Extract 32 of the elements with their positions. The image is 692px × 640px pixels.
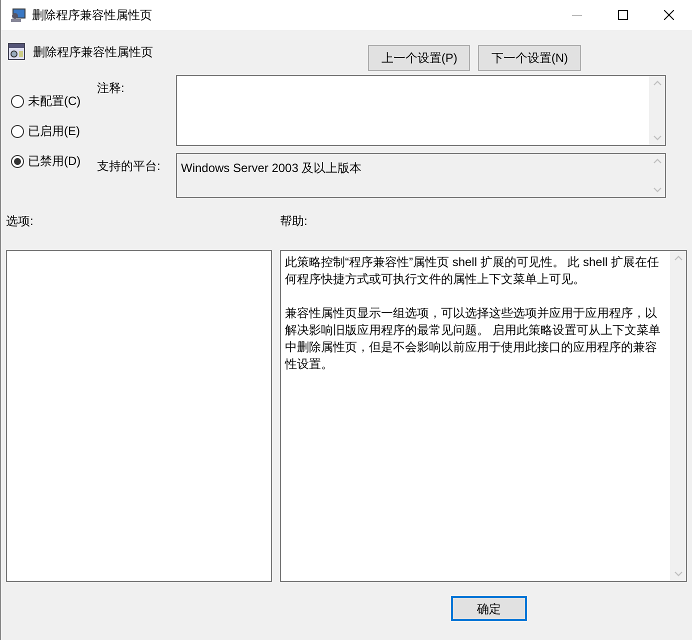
minimize-icon [572, 14, 582, 16]
help-text: 此策略控制“程序兼容性”属性页 shell 扩展的可见性。 此 shell 扩展在任何程序快捷方式或可执行文件的属性上下文菜单上可见。 [285, 254, 660, 288]
options-label: 选项: [6, 213, 34, 230]
scrollbar[interactable] [649, 76, 665, 145]
platform-label: 支持的平台: [97, 158, 162, 175]
platform-value: Windows Server 2003 及以上版本 [180, 160, 363, 177]
help-text: 兼容性属性页显示一组选项，可以选择这些选项并应用于应用程序，以解决影响旧版应用程序的最常见问题。 启用此策略设置可从上下文菜单中删除属性页，但是不会影响以前应用于使用此接口的应用程序的兼容性设置。 [285, 305, 662, 373]
nav-button[interactable]: 下一个设置(N) [478, 45, 581, 71]
radio-button[interactable] [11, 94, 24, 108]
close-icon [664, 10, 674, 20]
scroll-down-icon[interactable] [652, 187, 662, 193]
computer-icon [10, 7, 26, 23]
radio-label: 已启用(E) [28, 123, 80, 140]
scroll-down-icon[interactable] [674, 571, 682, 577]
scroll-up-icon[interactable] [652, 80, 662, 86]
radio-label: 已禁用(D) [28, 153, 81, 170]
radio-button[interactable] [11, 124, 24, 138]
scroll-up-icon[interactable] [674, 255, 682, 261]
help-label: 帮助: [280, 213, 308, 230]
radio-label: 未配置(C) [28, 93, 81, 110]
nav-button[interactable]: 上一个设置(P) [368, 45, 470, 71]
scroll-up-icon[interactable] [652, 158, 662, 164]
ok-button[interactable]: 确定 [451, 596, 527, 621]
radio-button[interactable] [11, 154, 24, 168]
comment-label: 注释: [97, 80, 126, 97]
policy-icon [8, 43, 25, 60]
maximize-icon [618, 10, 628, 20]
window-title: 删除程序兼容性属性页 [32, 7, 152, 24]
scrollbar[interactable] [670, 251, 686, 581]
scroll-down-icon[interactable] [652, 135, 662, 141]
policy-title: 删除程序兼容性属性页 [33, 44, 153, 61]
comment-field[interactable] [176, 75, 666, 146]
